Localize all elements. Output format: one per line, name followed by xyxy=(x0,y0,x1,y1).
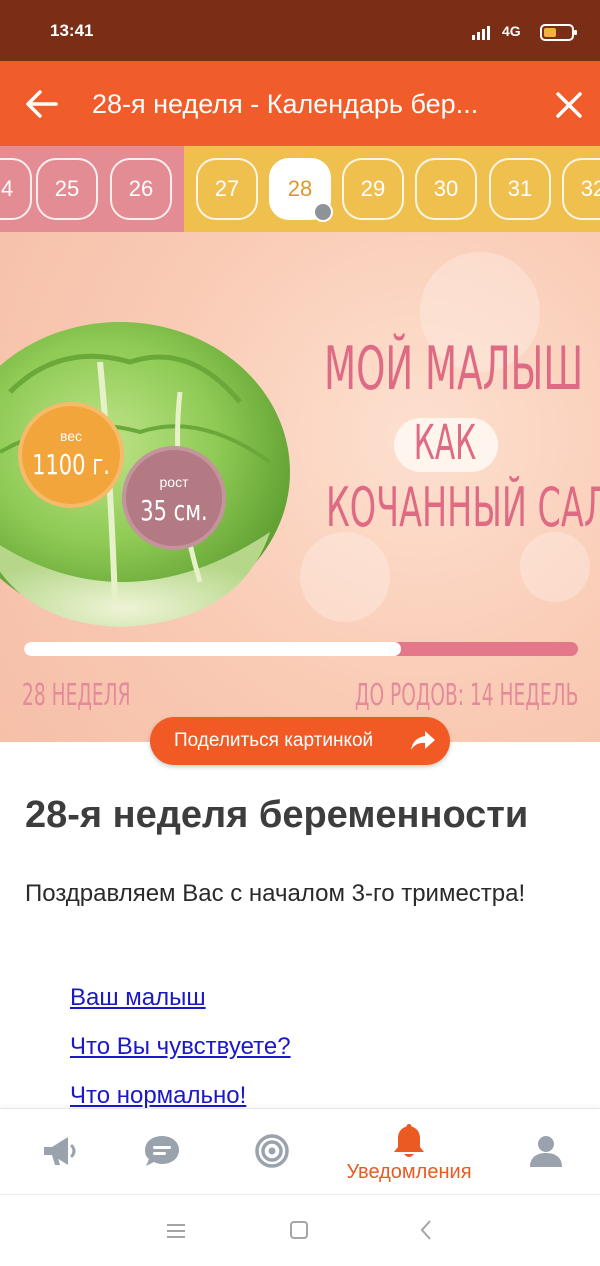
share-arrow-icon xyxy=(411,731,435,750)
menu-icon[interactable] xyxy=(166,1223,186,1239)
megaphone-icon xyxy=(44,1137,76,1165)
weeks-to-due-label: ДО РОДОВ: 14 НЕДЕЛЬ xyxy=(354,678,578,713)
nav-notifications[interactable]: Уведомления xyxy=(346,1109,472,1195)
pregnancy-progress-fill xyxy=(24,642,401,656)
share-button-label: Поделиться картинкой xyxy=(174,730,374,751)
headline-line-3: КОЧАННЫЙ САЛАТ xyxy=(326,476,600,539)
article-intro: Поздравляем Вас с началом 3-го триместра… xyxy=(25,880,526,907)
weight-label: вес xyxy=(59,428,83,444)
nav-chat[interactable] xyxy=(102,1109,222,1195)
week-pill-25[interactable]: 25 xyxy=(36,158,98,220)
status-bar: 13:41 4G xyxy=(0,0,600,61)
nav-profile[interactable] xyxy=(486,1109,600,1195)
height-label: рост xyxy=(159,474,189,490)
bell-icon xyxy=(394,1124,424,1157)
height-value: 35 см. xyxy=(140,494,208,527)
headline-kak: КАК xyxy=(413,415,477,471)
week-selector: 24 25 26 27 28 29 30 31 32 xyxy=(0,146,600,232)
arrow-left-icon[interactable] xyxy=(24,87,60,121)
bokeh-light xyxy=(520,532,590,602)
toc-link-how-you-feel[interactable]: Что Вы чувствуете? xyxy=(70,1033,291,1060)
back-icon[interactable] xyxy=(418,1219,434,1241)
weight-value: 1100 г. xyxy=(32,448,110,481)
current-week-label: 28 НЕДЕЛЯ xyxy=(22,678,131,713)
week-pill-30[interactable]: 30 xyxy=(415,158,477,220)
system-navigation-bar xyxy=(0,1194,600,1266)
week-pill-28-current[interactable]: 28 xyxy=(269,158,333,222)
pregnancy-progress-bar xyxy=(24,642,578,656)
week-pill-label: 28 xyxy=(287,176,313,201)
week-pill-29[interactable]: 29 xyxy=(342,158,404,220)
hero-illustration: вес 1100 г. рост 35 см. МОЙ МАЛЫШ КАК КО… xyxy=(0,232,600,742)
weight-badge: вес 1100 г. xyxy=(18,402,124,508)
close-icon[interactable] xyxy=(552,89,586,121)
week-pill-27[interactable]: 27 xyxy=(196,158,258,220)
article-title: 28-я неделя беременности xyxy=(25,794,529,836)
page-title: 28-я неделя - Календарь бер... xyxy=(92,89,479,119)
toc-link-what-is-normal[interactable]: Что нормально! xyxy=(70,1082,246,1109)
app-bar: 28-я неделя - Календарь бер... xyxy=(0,61,600,146)
week-pill-32[interactable]: 32 xyxy=(562,158,600,220)
network-type: 4G xyxy=(502,23,521,39)
bottom-navigation: Уведомления xyxy=(0,1108,600,1194)
headline-line-1: МОЙ МАЛЫШ xyxy=(324,334,584,404)
toc-link-your-baby[interactable]: Ваш малыш xyxy=(70,984,206,1011)
week-pill-24[interactable]: 24 xyxy=(0,158,32,220)
nav-goals[interactable] xyxy=(212,1109,332,1195)
week-pill-26[interactable]: 26 xyxy=(110,158,172,220)
avatar xyxy=(313,202,333,222)
home-icon[interactable] xyxy=(290,1221,308,1239)
week-pill-31[interactable]: 31 xyxy=(489,158,551,220)
share-image-button[interactable]: Поделиться картинкой xyxy=(150,717,450,765)
battery-icon xyxy=(540,24,577,41)
status-time: 13:41 xyxy=(50,21,94,40)
toc-item: Что Вы чувствуете? xyxy=(70,1033,291,1082)
target-icon xyxy=(255,1134,289,1168)
nav-notifications-label: Уведомления xyxy=(346,1161,472,1183)
toc-item: Ваш малыш xyxy=(70,984,291,1033)
user-icon xyxy=(530,1136,562,1167)
height-badge: рост 35 см. xyxy=(122,446,226,550)
chat-bubble-icon xyxy=(145,1136,179,1166)
bokeh-light xyxy=(300,532,390,622)
signal-icon xyxy=(472,24,494,40)
